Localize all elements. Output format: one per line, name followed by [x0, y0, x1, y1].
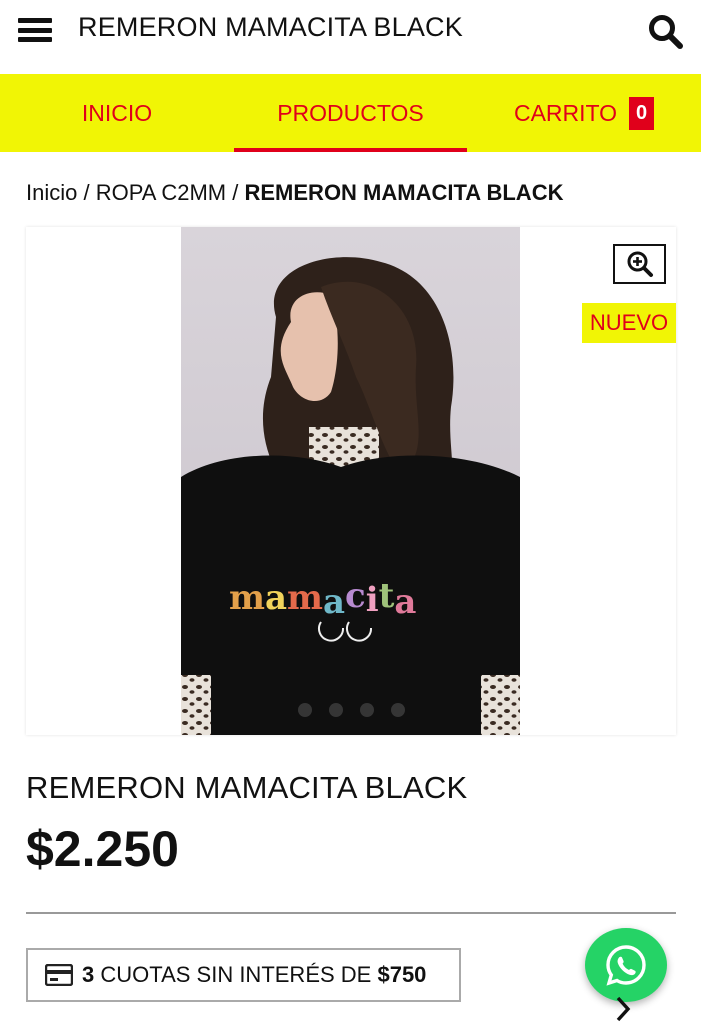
product-gallery[interactable]: mamacita NUEVO [26, 227, 676, 735]
nav-item-label: INICIO [81, 99, 153, 126]
nav-item-label: PRODUCTOS [277, 99, 424, 126]
search-icon[interactable] [646, 12, 686, 52]
cart-count-badge: 0 [629, 96, 655, 130]
slider-pagination [298, 703, 405, 717]
new-badge: NUEVO [582, 303, 676, 343]
hamburger-line [18, 27, 52, 33]
header-title: REMERON MAMACITA BLACK [78, 12, 463, 42]
installments-button[interactable]: 3 CUOTAS SIN INTERÉS DE $750 [26, 948, 461, 1002]
installments-count: 3 [82, 962, 95, 987]
chevron-right-icon[interactable] [610, 996, 636, 1022]
nav-item-carrito[interactable]: CARRITO 0 [467, 74, 701, 152]
installments-amount: $750 [377, 962, 427, 987]
breadcrumb: Inicio / ROPA C2MM / REMERON MAMACITA BL… [26, 180, 563, 206]
whatsapp-button[interactable] [585, 928, 667, 1002]
nav-item-productos[interactable]: PRODUCTOS [234, 74, 467, 152]
product-photo[interactable]: mamacita [181, 227, 520, 735]
slider-dot[interactable] [360, 703, 374, 717]
slider-dot[interactable] [298, 703, 312, 717]
product-name: REMERON MAMACITA BLACK [26, 770, 468, 805]
installments-text: CUOTAS SIN INTERÉS DE [100, 962, 372, 987]
nav-item-inicio[interactable]: INICIO [0, 74, 234, 152]
nav-item-label: CARRITO [513, 99, 618, 126]
hamburger-line [18, 37, 52, 42]
whatsapp-icon [606, 945, 646, 986]
slider-dot[interactable] [391, 703, 405, 717]
divider [26, 912, 676, 914]
top-header: REMERON MAMACITA BLACK [0, 0, 701, 74]
breadcrumb-separator: / [83, 180, 90, 205]
breadcrumb-home-link[interactable]: Inicio [26, 180, 77, 205]
product-price: $2.250 [26, 821, 179, 877]
slider-dot[interactable] [329, 703, 343, 717]
credit-card-icon [45, 964, 73, 986]
shirt-print-text: mamacita [229, 576, 416, 622]
main-nav: INICIO PRODUCTOS CARRITO 0 [0, 74, 701, 152]
breadcrumb-category-link[interactable]: ROPA C2MM [96, 180, 226, 205]
zoom-in-icon [627, 251, 653, 277]
breadcrumb-current: REMERON MAMACITA BLACK [244, 180, 564, 205]
hamburger-line [18, 18, 52, 23]
zoom-button[interactable] [613, 244, 666, 284]
hamburger-menu-icon[interactable] [18, 16, 52, 44]
breadcrumb-separator: / [232, 180, 239, 205]
